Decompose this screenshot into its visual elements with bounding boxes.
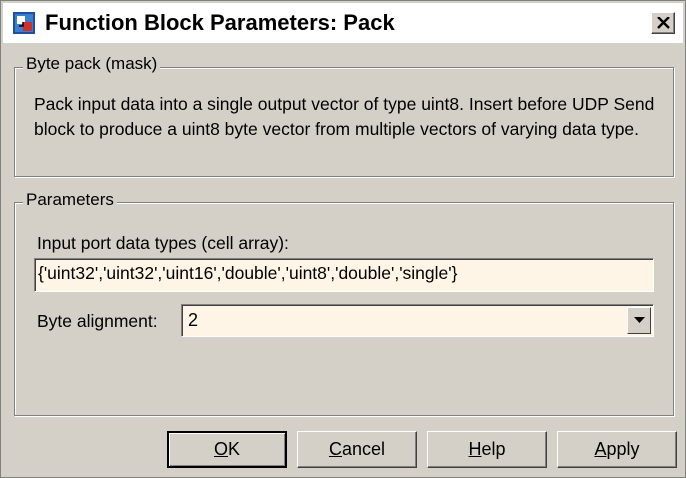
ok-label-rest: K xyxy=(228,439,241,459)
cancel-button[interactable]: Cancel xyxy=(297,431,417,468)
help-button[interactable]: Help xyxy=(427,431,547,468)
ok-button[interactable]: OK xyxy=(167,431,287,468)
input-types-label: Input port data types (cell array): xyxy=(37,233,289,253)
mask-group-label: Byte pack (mask) xyxy=(23,54,161,74)
apply-label-rest: pply xyxy=(606,439,640,459)
apply-mnemonic: A xyxy=(594,439,607,459)
ok-mnemonic: O xyxy=(213,439,228,459)
close-icon xyxy=(657,17,670,29)
dialog-window: Function Block Parameters: Pack Byte pac… xyxy=(0,0,686,478)
cancel-mnemonic: C xyxy=(328,439,342,459)
close-button[interactable] xyxy=(651,12,675,34)
title-bar[interactable]: Function Block Parameters: Pack xyxy=(3,3,683,43)
window-title: Function Block Parameters: Pack xyxy=(45,10,395,35)
parameters-group-label: Parameters xyxy=(23,190,117,210)
byte-alignment-value: 2 xyxy=(188,310,199,330)
apply-button[interactable]: Apply xyxy=(557,431,677,468)
input-types-field[interactable]: {'uint32','uint32','uint16','double','ui… xyxy=(34,258,654,292)
mask-description: Pack input data into a single output vec… xyxy=(34,94,655,139)
cancel-label-rest: ancel xyxy=(341,439,386,459)
chevron-down-icon xyxy=(634,317,645,323)
byte-alignment-select[interactable]: 2 xyxy=(181,304,654,337)
help-label-rest: elp xyxy=(481,439,506,459)
help-mnemonic: H xyxy=(468,439,482,459)
simulink-block-icon xyxy=(13,12,35,34)
dropdown-button[interactable] xyxy=(627,307,651,334)
byte-alignment-label: Byte alignment: xyxy=(37,311,158,331)
